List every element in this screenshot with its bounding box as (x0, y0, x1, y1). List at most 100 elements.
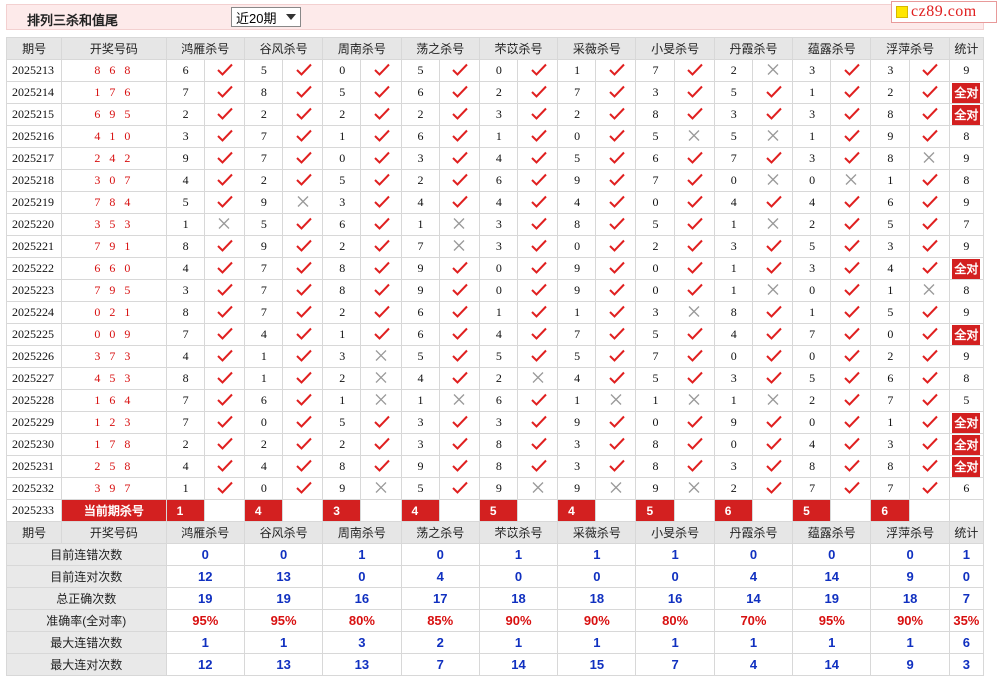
kill-value-cell: 4 (478, 323, 519, 346)
stat-cell: 全对 (948, 81, 985, 104)
stat-cell: 6 (948, 477, 985, 500)
check-icon (687, 437, 703, 450)
draw-number-cell: 6 9 5 (61, 103, 167, 126)
kill-value-cell: 2 (792, 213, 832, 236)
kill-result-cell (203, 389, 245, 412)
stat-cell: 全对 (948, 103, 985, 126)
kill-result-cell (751, 367, 794, 390)
kill-result-cell (360, 257, 402, 280)
kill-value-cell: 8 (557, 213, 597, 236)
kill-value-cell: 1 (635, 389, 675, 412)
period-select-value: 近20期 (236, 10, 277, 26)
summary-value: 14 (792, 653, 872, 676)
summary-value: 80% (635, 609, 715, 632)
kill-result-cell (908, 323, 950, 346)
check-icon (374, 415, 390, 428)
kill-value-cell: 0 (792, 345, 832, 368)
kill-value-cell: 6 (400, 125, 440, 148)
current-kill-cell: 1 (165, 499, 205, 522)
kill-result-cell (438, 169, 480, 192)
check-icon (609, 261, 625, 274)
check-icon (922, 349, 938, 362)
summary-value: 18 (870, 587, 950, 610)
kill-value-cell: 8 (478, 433, 519, 456)
cross-icon (687, 129, 701, 141)
check-icon (295, 437, 312, 450)
check-icon (530, 129, 547, 142)
issue-cell: 2025214 (5, 81, 63, 104)
summary-value: 1 (635, 543, 715, 566)
kill-value-cell: 2 (322, 367, 362, 390)
kill-result-cell (751, 433, 794, 456)
header-expert: 浮萍杀号 (870, 37, 950, 60)
kill-result-cell (751, 213, 794, 236)
kill-result-cell (673, 257, 715, 280)
check-icon (687, 371, 703, 384)
kill-value-cell: 5 (557, 147, 597, 170)
current-kill-cell: 6 (870, 499, 910, 522)
check-icon (765, 195, 782, 208)
kill-result-cell (673, 59, 715, 82)
stat-cell: 9 (948, 191, 985, 214)
kill-value-cell: 3 (870, 59, 910, 82)
kill-result-cell (203, 147, 245, 170)
summary-label: 最大连对次数 (6, 653, 167, 676)
kill-result-cell (360, 389, 402, 412)
check-icon (609, 371, 625, 384)
kill-value-cell: 4 (243, 455, 284, 478)
kill-value-cell: 5 (635, 213, 675, 236)
summary-label: 目前连对次数 (6, 565, 167, 588)
kill-result-cell (203, 301, 245, 324)
kill-value-cell: 6 (322, 213, 362, 236)
kill-result-cell (282, 147, 324, 170)
check-icon (452, 283, 468, 296)
period-select[interactable]: 近20期 (231, 7, 301, 27)
check-icon (295, 239, 312, 252)
kill-result-cell (282, 169, 324, 192)
all-correct-badge: 全对 (952, 456, 981, 477)
kill-result-cell (595, 345, 637, 368)
summary-value: 0 (713, 543, 794, 566)
kill-result-cell (673, 301, 715, 324)
stat-cell: 8 (948, 125, 985, 148)
current-empty-cell (751, 499, 794, 522)
top-bar: 排列三杀和值尾 近20期 (6, 4, 984, 30)
check-icon (295, 85, 312, 98)
kill-value-cell: 3 (792, 147, 832, 170)
draw-number-cell: 6 6 0 (61, 257, 167, 280)
kill-result-cell (595, 257, 637, 280)
header-row: 期号 开奖号码 鸿雁杀号 谷风杀号 周南杀号 荡之杀号 芣苡杀号 采薇杀号 小旻杀号 丹霞杀号 蕴露… (5, 37, 985, 60)
site-logo[interactable]: cz89.com (891, 1, 997, 23)
check-icon (609, 437, 625, 450)
kill-value-cell: 7 (557, 81, 597, 104)
kill-value-cell: 3 (792, 103, 832, 126)
kill-value-cell: 1 (870, 279, 910, 302)
kill-result-cell (830, 235, 872, 258)
kill-result-cell (360, 235, 402, 258)
kill-value-cell: 2 (478, 81, 519, 104)
kill-result-cell (830, 367, 872, 390)
kill-result-cell (830, 125, 872, 148)
kill-result-cell (830, 257, 872, 280)
kill-result-cell (673, 477, 715, 500)
kill-value-cell: 0 (635, 257, 675, 280)
check-icon (374, 151, 390, 164)
cross-icon (766, 217, 780, 229)
summary-value: 1 (635, 631, 715, 654)
kill-result-cell (908, 345, 950, 368)
draw-number-cell: 4 1 0 (61, 125, 167, 148)
kill-result-cell (908, 301, 950, 324)
kill-value-cell: 4 (165, 455, 205, 478)
kill-value-cell: 6 (243, 389, 284, 412)
check-icon (374, 327, 390, 340)
summary-value: 13 (322, 653, 402, 676)
summary-value: 16 (635, 587, 715, 610)
check-icon (217, 173, 234, 186)
check-icon (687, 85, 703, 98)
check-icon (295, 129, 312, 142)
summary-value: 0 (165, 543, 245, 566)
kill-value-cell: 6 (870, 367, 910, 390)
kill-result-cell (282, 213, 324, 236)
kill-value-cell: 2 (792, 389, 832, 412)
kill-result-cell (595, 81, 637, 104)
